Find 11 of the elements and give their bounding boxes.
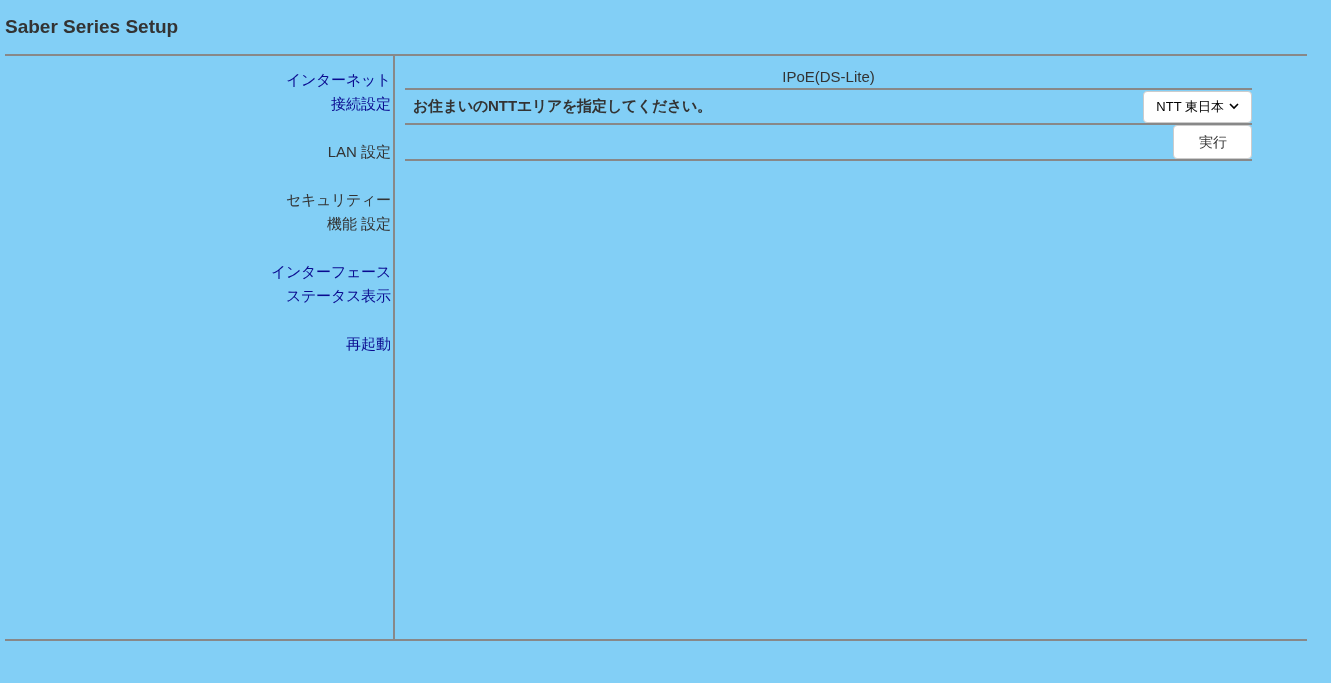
run-button[interactable]: 実行 [1173, 125, 1252, 159]
menu-label: LAN 設定 [327, 142, 391, 162]
menu-link[interactable]: インターフェース ステータス表示 [271, 260, 391, 308]
menu-link[interactable]: 再起動 [346, 332, 391, 356]
menu-link[interactable]: インターネット 接続設定 [286, 68, 391, 116]
page-title: Saber Series Setup [5, 14, 179, 39]
menu-label: セキュリティー 機能 設定 [286, 190, 391, 234]
section-title: IPoE(DS-Lite) [782, 66, 875, 87]
chevron-down-icon [1229, 103, 1239, 110]
prompt-text: お住まいのNTTエリアを指定してください。 [413, 96, 713, 117]
area-select[interactable]: NTT 東日本 [1143, 90, 1252, 123]
